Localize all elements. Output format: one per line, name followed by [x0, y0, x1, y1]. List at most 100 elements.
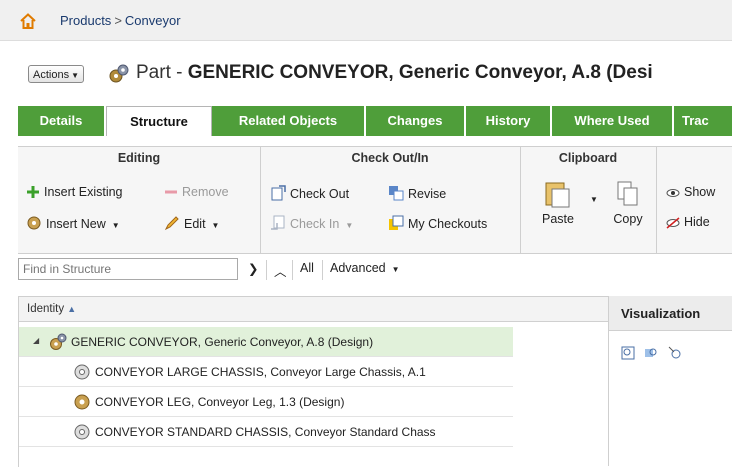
gear-icon	[27, 216, 41, 230]
tab-related-objects[interactable]: Related Objects	[212, 106, 366, 136]
identity-label: Identity	[27, 303, 65, 315]
row-label: CONVEYOR STANDARD CHASSIS, Conveyor Stan…	[95, 425, 436, 439]
check-out-label: Check Out	[290, 187, 350, 201]
edit-label: Edit	[184, 217, 206, 231]
row-label: CONVEYOR LARGE CHASSIS, Conveyor Large C…	[95, 365, 426, 379]
pencil-icon	[164, 216, 179, 231]
tree-row[interactable]: CONVEYOR STANDARD CHASSIS, Conveyor Stan…	[19, 417, 513, 447]
my-checkouts-button[interactable]: My Checkouts	[388, 215, 487, 231]
eye-icon	[666, 189, 680, 197]
show-button[interactable]: Show	[666, 185, 715, 199]
edit-button[interactable]: Edit ▼	[164, 215, 219, 231]
tab-bar: Details Structure Related Objects Change…	[18, 106, 732, 136]
find-in-structure-input[interactable]	[18, 258, 238, 280]
title-main: GENERIC CONVEYOR, Generic Conveyor, A.8 …	[187, 62, 653, 83]
part-gear-icon	[74, 394, 90, 410]
chevron-down-icon: ▼	[71, 71, 79, 80]
tab-where-used[interactable]: Where Used	[552, 106, 674, 136]
remove-label: Remove	[182, 185, 229, 199]
clipboard-group: Clipboard Paste ▼ Copy	[520, 147, 657, 253]
chevron-down-icon: ▼	[391, 265, 400, 274]
hide-button[interactable]: Hide	[666, 215, 710, 229]
tab-history[interactable]: History	[466, 106, 552, 136]
actions-button[interactable]: Actions ▼	[28, 65, 84, 83]
chevron-down-icon: ▼	[111, 221, 120, 230]
breadcrumb: Products > Conveyor	[60, 13, 181, 28]
breadcrumb-current[interactable]: Conveyor	[125, 13, 181, 28]
chevron-up-icon[interactable]: ︿	[274, 261, 287, 280]
my-checkouts-icon	[389, 215, 404, 230]
chevron-down-icon: ▼	[345, 221, 354, 230]
zoom-selected-icon[interactable]	[668, 346, 682, 363]
insert-existing-button[interactable]: Insert Existing	[26, 185, 123, 199]
search-row: ❯ ︿ All Advanced ▼	[18, 258, 732, 284]
chevron-down-icon[interactable]: ❯	[248, 261, 258, 276]
revise-button[interactable]: Revise	[388, 185, 446, 201]
all-button[interactable]: All	[300, 261, 314, 275]
check-out-icon	[271, 185, 286, 201]
tree-row[interactable]: CONVEYOR LARGE CHASSIS, Conveyor Large C…	[19, 357, 513, 387]
tab-details[interactable]: Details	[18, 106, 106, 136]
checkout-title: Check Out/In	[351, 151, 429, 165]
insert-new-label: Insert New	[46, 217, 106, 231]
tree-header: Identity ▲	[19, 297, 513, 322]
checkout-group: Check Out/In Check Out Revise Check In ▼ …	[260, 147, 521, 253]
copy-button[interactable]: Copy	[608, 179, 648, 226]
check-in-icon	[271, 215, 285, 230]
tab-structure[interactable]: Structure	[106, 106, 212, 136]
tree-row[interactable]: CONVEYOR LEG, Conveyor Leg, 1.3 (Design)	[19, 387, 513, 417]
view-group: Show Hide	[656, 147, 732, 253]
insert-existing-label: Insert Existing	[44, 185, 123, 199]
insert-new-button[interactable]: Insert New ▼	[26, 215, 120, 231]
editing-title: Editing	[117, 151, 161, 165]
paste-dropdown-icon[interactable]: ▼	[590, 195, 598, 204]
chevron-down-icon: ▼	[211, 221, 220, 230]
advanced-label: Advanced	[330, 261, 386, 275]
breadcrumb-products[interactable]: Products	[60, 13, 111, 28]
check-out-button[interactable]: Check Out	[270, 185, 349, 201]
part-gear-icon	[74, 424, 90, 440]
copy-label: Copy	[613, 212, 643, 226]
tab-changes[interactable]: Changes	[366, 106, 466, 136]
divider	[322, 260, 323, 280]
breadcrumb-bar: Products > Conveyor	[0, 0, 732, 41]
minus-icon	[165, 190, 177, 194]
zoom-area-icon[interactable]	[644, 346, 658, 363]
hidden-eye-icon	[666, 217, 680, 229]
page-title: Part - GENERIC CONVEYOR, Generic Conveyo…	[136, 62, 653, 84]
copy-icon	[617, 181, 638, 206]
plus-icon	[27, 186, 39, 198]
tab-traceability[interactable]: Trac	[674, 106, 732, 136]
check-in-label: Check In	[290, 217, 340, 231]
part-gear-icon	[74, 364, 90, 380]
visualization-header: Visualization	[609, 296, 732, 331]
revise-label: Revise	[408, 187, 447, 201]
expand-toggle-icon[interactable]: ◢	[33, 336, 39, 345]
zoom-fit-icon[interactable]	[621, 346, 635, 363]
paste-label: Paste	[542, 212, 574, 226]
divider	[292, 260, 293, 280]
assembly-gears-icon	[50, 333, 67, 350]
toolbar: Editing Insert Existing Remove Insert Ne…	[18, 146, 732, 254]
home-icon[interactable]	[20, 13, 36, 29]
advanced-button[interactable]: Advanced ▼	[330, 261, 400, 275]
row-label: GENERIC CONVEYOR, Generic Conveyor, A.8 …	[71, 335, 374, 349]
paste-button[interactable]: Paste	[536, 179, 580, 226]
hide-label: Hide	[684, 215, 710, 229]
identity-column-header[interactable]: Identity ▲	[27, 303, 76, 315]
row-label: CONVEYOR LEG, Conveyor Leg, 1.3 (Design)	[95, 395, 345, 409]
revise-icon	[389, 186, 404, 201]
part-gears-icon	[109, 64, 129, 83]
title-row: Actions ▼ Part - GENERIC CONVEYOR, Generi…	[0, 58, 732, 90]
breadcrumb-separator: >	[114, 13, 122, 28]
show-label: Show	[684, 185, 716, 199]
tree-row[interactable]: ◢ GENERIC CONVEYOR, Generic Conveyor, A.…	[19, 327, 513, 357]
sort-asc-icon: ▲	[67, 304, 77, 314]
tree-header-filler	[512, 296, 608, 322]
editing-group: Editing Insert Existing Remove Insert Ne…	[18, 147, 261, 253]
actions-label: Actions	[33, 69, 70, 81]
visualization-toolbar	[621, 346, 688, 363]
visualization-panel: Visualization	[608, 296, 732, 466]
check-in-button[interactable]: Check In ▼	[270, 215, 353, 231]
remove-button[interactable]: Remove	[164, 185, 229, 199]
